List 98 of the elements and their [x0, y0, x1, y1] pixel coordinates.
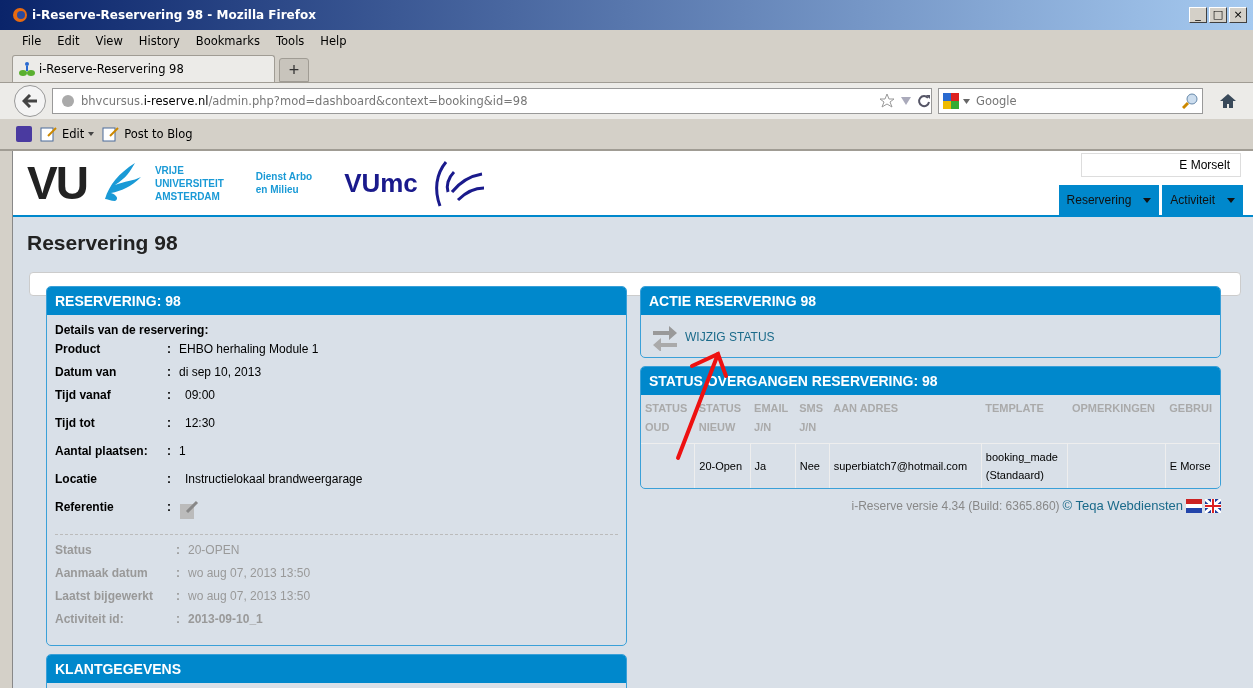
field-label: Locatie: [55, 472, 98, 486]
site-favicon-icon: [19, 61, 35, 77]
field-value: 12:30: [184, 416, 217, 430]
search-bar[interactable]: Google: [938, 88, 1203, 114]
colon: :: [167, 342, 172, 356]
column-header: SMS J/N: [795, 395, 830, 444]
field-value: di sep 10, 2013: [179, 365, 263, 379]
search-icon[interactable]: [1182, 93, 1198, 109]
meta-label: Laatst bijgewerkt: [55, 589, 155, 605]
panel-title: KLANTGEGEVENS: [47, 655, 626, 683]
table-cell: booking_made (Standaard): [981, 443, 1068, 488]
table-cell: Ja: [750, 443, 796, 488]
back-button[interactable]: [14, 85, 46, 117]
field-label: Referentie: [55, 500, 115, 514]
change-status-link[interactable]: WIJZIG STATUS: [685, 330, 775, 344]
panel-title: STATUS OVERGANGEN RESERVERING: 98: [641, 367, 1220, 395]
flag-icon[interactable]: [1186, 498, 1202, 513]
meta-label: Status: [55, 543, 93, 559]
column-header: GEBRUI: [1165, 395, 1220, 444]
star-icon[interactable]: [879, 93, 895, 109]
menu-item[interactable]: Tools: [268, 34, 313, 48]
menu-item[interactable]: Help: [312, 34, 355, 48]
meta-value: wo aug 07, 2013 13:50: [188, 589, 312, 605]
university-name: VRIJE UNIVERSITEIT AMSTERDAM: [154, 163, 224, 203]
field-label: Product: [55, 342, 102, 356]
column-header: OPMERKINGEN: [1067, 395, 1166, 444]
colon: :: [167, 444, 172, 458]
menu-item[interactable]: History: [130, 34, 188, 48]
note-edit-icon[interactable]: [179, 500, 199, 520]
reload-icon[interactable]: [917, 94, 931, 108]
table-cell: 20-Open: [694, 443, 751, 488]
caret-icon: [1143, 197, 1152, 203]
meta-label: Activiteit id:: [55, 612, 125, 628]
colon: :: [176, 612, 181, 628]
table-cell: E Morse: [1165, 443, 1220, 488]
field-value: 09:00: [184, 388, 217, 402]
column-header: TEMPLATE: [981, 395, 1068, 444]
panel-title: RESERVERING: 98: [47, 287, 626, 315]
caret-icon: [88, 132, 95, 136]
bookmark-item[interactable]: Post to Blog: [102, 126, 193, 142]
browser-tab[interactable]: i-Reserve-Reservering 98: [12, 55, 275, 82]
field-label: Tijd tot: [55, 416, 96, 430]
logo-text: VUmc: [344, 167, 418, 199]
colon: :: [167, 388, 172, 402]
column-header: STATUS NIEUW: [694, 395, 751, 444]
flag-icon[interactable]: [1205, 498, 1221, 513]
colon: :: [176, 566, 181, 582]
page-heading: Reservering 98: [27, 231, 179, 255]
table-cell: Nee: [795, 443, 830, 488]
caret-icon[interactable]: [963, 98, 970, 104]
globe-icon: [61, 94, 75, 108]
window-title: i-Reserve-Reservering 98 - Mozilla Firefox: [32, 8, 317, 22]
browser-logo-icon: [12, 7, 28, 23]
colon: :: [176, 543, 181, 559]
colon: :: [167, 365, 172, 379]
field-label: Datum van: [55, 365, 118, 379]
field-label: Aantal plaatsen:: [55, 444, 149, 458]
version-text: i-Reserve versie 4.34 (Build: 6365.860): [851, 498, 1060, 513]
field-label: Tijd vanaf: [55, 388, 112, 402]
search-engine-icon: [943, 93, 959, 109]
meta-label: Aanmaak datum: [55, 566, 149, 582]
field-value: EHBO herhaling Module 1: [179, 342, 320, 356]
field-value: 1: [179, 444, 187, 458]
menu-item[interactable]: Edit: [49, 34, 88, 48]
bookmark-item[interactable]: Edit: [40, 126, 95, 142]
nav-menu-button[interactable]: Activiteit: [1162, 185, 1243, 215]
window-control-button[interactable]: □: [1209, 7, 1227, 23]
column-header: STATUS OUD: [641, 395, 695, 444]
field-value: Instructielokaal brandweergarage: [184, 472, 364, 486]
department-name: Dienst Arbo en Milieu: [255, 170, 313, 196]
column-header: EMAIL J/N: [750, 395, 796, 444]
vendor-link[interactable]: © Teqa Webdiensten: [1062, 498, 1183, 513]
new-tab-button[interactable]: +: [279, 58, 309, 82]
address-bar[interactable]: bhvcursus.i-reserve.nl/admin.php?mod=dashboard&context=booking&id=98: [52, 88, 932, 114]
menu-item[interactable]: File: [14, 34, 50, 48]
caret-icon: [1227, 197, 1235, 203]
meta-value: 20-OPEN: [188, 543, 241, 559]
section-subtitle: Details van de reservering:: [55, 323, 210, 337]
panel-title: ACTIE RESERVERING 98: [641, 287, 1220, 315]
arrow-left-icon: [22, 94, 38, 108]
colon: :: [167, 416, 172, 430]
table-cell: superbiatch7@hotmail.com: [829, 443, 982, 488]
colon: :: [167, 472, 172, 486]
menu-item[interactable]: Bookmarks: [187, 34, 268, 48]
colon: :: [167, 500, 172, 514]
logo-text: VU: [27, 156, 87, 210]
meta-value: 2013-09-10_1: [188, 612, 264, 628]
nav-menu-button[interactable]: Reservering: [1058, 185, 1160, 215]
user-name: E Morselt: [1081, 153, 1241, 177]
colon: :: [176, 589, 181, 605]
window-control-button[interactable]: ×: [1229, 7, 1247, 23]
pencil-icon: [40, 126, 58, 142]
menu-item[interactable]: View: [87, 34, 131, 48]
meta-value: wo aug 07, 2013 13:50: [188, 566, 312, 582]
home-icon[interactable]: [1219, 93, 1237, 109]
column-header: AAN ADRES: [829, 395, 982, 444]
window-control-button[interactable]: _: [1189, 7, 1207, 23]
document-icon: [102, 126, 121, 142]
